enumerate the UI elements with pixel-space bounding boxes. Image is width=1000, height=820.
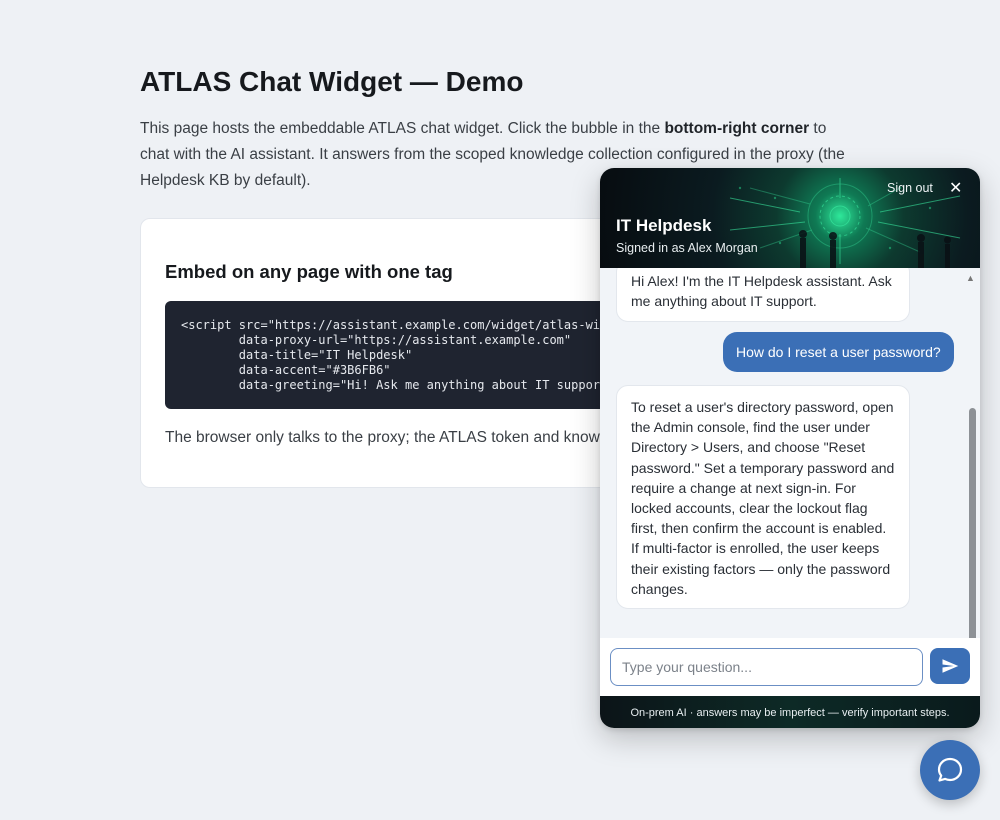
- code-line: <script src="https://assistant.example.c…: [181, 318, 658, 332]
- code-line: data-accent="#3B6FB6": [181, 363, 391, 377]
- intro-text-start: This page hosts the embeddable ATLAS cha…: [140, 120, 665, 137]
- widget-title: IT Helpdesk: [616, 216, 712, 235]
- chat-widget: IT Helpdesk Signed in as Alex Morgan Sig…: [600, 168, 980, 728]
- code-line: data-proxy-url="https://assistant.exampl…: [181, 333, 572, 347]
- question-input[interactable]: [610, 648, 923, 686]
- widget-header: IT Helpdesk Signed in as Alex Morgan Sig…: [600, 168, 980, 268]
- page-title: ATLAS Chat Widget — Demo: [140, 66, 524, 97]
- widget-footer: On-prem AI · answers may be imperfect — …: [600, 696, 980, 728]
- user-message: How do I reset a user password?: [723, 332, 954, 372]
- code-line: data-title="IT Helpdesk": [181, 348, 413, 362]
- chat-launcher-button[interactable]: [920, 740, 980, 800]
- chat-bubble-icon: [937, 757, 963, 782]
- code-line: data-greeting="Hi! Ask me anything about…: [181, 378, 629, 392]
- message-list[interactable]: Hi Alex! I'm the IT Helpdesk assistant. …: [600, 268, 980, 638]
- scrollbar-thumb[interactable]: [969, 408, 976, 638]
- embed-card-title: Embed on any page with one tag: [165, 261, 453, 282]
- intro-text-bold: bottom-right corner: [664, 120, 810, 137]
- send-icon: [942, 659, 959, 673]
- scroll-up-arrow-icon[interactable]: ▲: [966, 273, 975, 283]
- signed-in-status: Signed in as Alex Morgan: [616, 241, 758, 255]
- close-icon[interactable]: ✕: [949, 178, 962, 198]
- send-button[interactable]: [930, 648, 970, 684]
- assistant-message: Hi Alex! I'm the IT Helpdesk assistant. …: [616, 268, 910, 322]
- composer: [600, 638, 980, 696]
- sign-out-link[interactable]: Sign out: [887, 181, 933, 195]
- assistant-message: To reset a user's directory password, op…: [616, 385, 910, 610]
